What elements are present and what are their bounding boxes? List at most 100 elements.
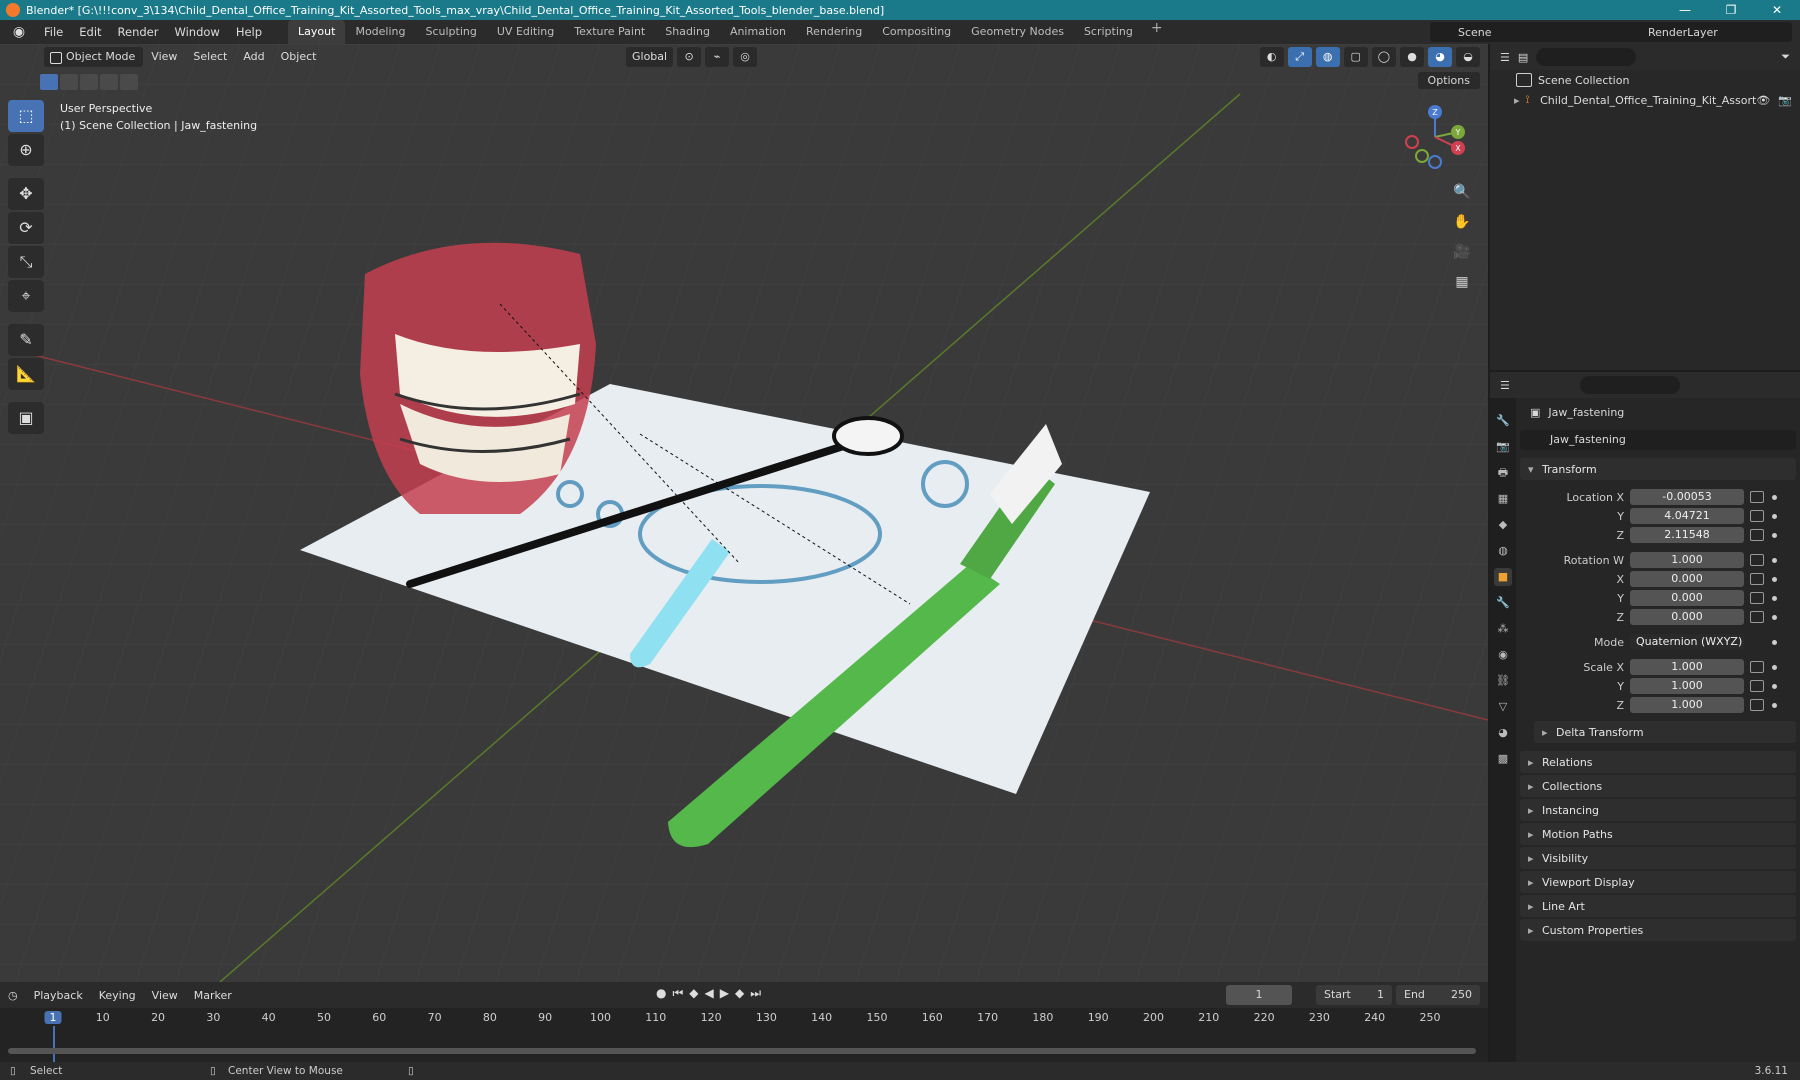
menu-file[interactable]: File [36,20,71,44]
location-z-field[interactable]: 2.11548 [1630,527,1744,543]
timeline-menu-playback[interactable]: Playback [26,989,91,1002]
rotation-z-field[interactable]: 0.000 [1630,609,1744,625]
object-tab-icon[interactable]: ■ [1494,568,1512,586]
solid-shading-icon[interactable]: ● [1400,47,1424,67]
properties-editor-type-icon[interactable]: ☰ [1500,379,1510,392]
close-button[interactable]: ✕ [1754,0,1800,20]
keyframe-dot-icon[interactable] [1772,614,1777,620]
gizmo-toggle-icon[interactable]: ⤢ [1287,47,1312,67]
panel-collections[interactable]: ▸ Collections [1520,775,1796,797]
record-icon[interactable]: ● [656,986,666,1001]
annotate-tool-icon[interactable]: ✎ [8,324,44,356]
keyframe-dot-icon[interactable] [1772,702,1777,708]
transform-panel-header[interactable]: ▾ Transform [1520,458,1796,480]
keyframe-dot-icon[interactable] [1772,639,1777,645]
data-tab-icon[interactable]: ▽ [1494,698,1512,716]
add-cube-tool-icon[interactable]: ▣ [8,402,44,434]
start-frame-field[interactable]: Start 1 [1316,985,1392,1005]
panel-relations[interactable]: ▸ Relations [1520,751,1796,773]
3d-viewport[interactable]: Object Mode View Select Add Object Globa… [0,44,1488,982]
xray-icon[interactable]: ▢ [1343,47,1368,67]
playhead[interactable] [53,1026,55,1066]
location-x-field[interactable]: -0.00053 [1630,489,1744,505]
keyframe-dot-icon[interactable] [1772,532,1777,538]
tool-tab-icon[interactable]: 🔧 [1494,412,1512,430]
keyframe-dot-icon[interactable] [1772,513,1777,519]
camera-render-icon[interactable]: 📷 [1778,94,1792,107]
tab-scripting[interactable]: Scripting [1074,20,1143,44]
keyframe-dot-icon[interactable] [1772,494,1777,500]
visibility-icon[interactable]: ◐ [1259,47,1284,67]
physics-tab-icon[interactable]: ◉ [1494,646,1512,664]
tab-geometry-nodes[interactable]: Geometry Nodes [961,20,1074,44]
proportional-edit-icon[interactable]: ◎ [733,47,758,67]
viewport-menu-object[interactable]: Object [273,47,325,67]
rotation-mode-dropdown[interactable]: Quaternion (WXYZ) [1630,634,1744,650]
tab-animation[interactable]: Animation [720,20,796,44]
wireframe-shading-icon[interactable]: ◯ [1371,47,1396,67]
select-box-tool-icon[interactable]: ⬚ [8,100,44,132]
scene-selector[interactable]: Scene [1430,22,1630,42]
select-extend-icon[interactable] [60,74,78,90]
overlay-toggle-icon[interactable]: ◍ [1315,47,1340,67]
keyframe-dot-icon[interactable] [1772,576,1777,582]
play-reverse-icon[interactable]: ◀ [705,986,714,1001]
rendered-shading-icon[interactable]: ◒ [1456,47,1480,67]
render-layer-selector[interactable]: RenderLayer [1612,22,1792,42]
keyframe-dot-icon[interactable] [1772,557,1777,563]
scene-tab-icon[interactable]: ◆ [1494,516,1512,534]
lock-icon[interactable] [1750,592,1764,604]
panel-instancing[interactable]: ▸ Instancing [1520,799,1796,821]
viewport-scene[interactable] [0,44,1488,982]
rotation-y-field[interactable]: 0.000 [1630,590,1744,606]
jump-start-icon[interactable]: ⏮ [672,986,683,1001]
timeline-menu-marker[interactable]: Marker [186,989,240,1002]
transform-tool-icon[interactable]: ⌖ [8,280,44,312]
select-intersect-icon[interactable] [120,74,138,90]
modifier-tab-icon[interactable]: 🔧 [1494,594,1512,612]
blender-menu-icon[interactable]: ◉ [8,21,30,43]
tab-modeling[interactable]: Modeling [345,20,415,44]
tab-uv-editing[interactable]: UV Editing [487,20,564,44]
object-mode-dropdown[interactable]: Object Mode [44,47,144,67]
delta-transform-panel-header[interactable]: ▸ Delta Transform [1534,721,1796,743]
play-icon[interactable]: ▶ [720,986,729,1001]
end-frame-field[interactable]: End 250 [1396,985,1480,1005]
outliner-editor-type-icon[interactable]: ☰ [1500,51,1510,64]
tab-rendering[interactable]: Rendering [796,20,872,44]
prev-keyframe-icon[interactable]: ◆ [689,986,698,1001]
transform-orientation-dropdown[interactable]: Global [626,47,674,67]
pan-hand-icon[interactable]: ✋ [1450,210,1474,234]
lock-icon[interactable] [1750,510,1764,522]
scale-tool-icon[interactable]: ⤡ [8,246,44,278]
viewport-menu-view[interactable]: View [143,47,185,67]
menu-render[interactable]: Render [110,20,167,44]
zoom-icon[interactable]: 🔍 [1450,180,1474,204]
object-name-field[interactable]: Jaw_fastening [1520,430,1796,450]
expand-arrow-icon[interactable]: ▸ [1514,94,1520,107]
options-dropdown[interactable]: Options [1417,72,1480,89]
filter-icon[interactable]: ⏷ [1781,50,1790,64]
timeline-ruler[interactable]: 1 10 20 30 40 50 60 70 80 90 100 110 120 130 140 150 160… [0,1008,1488,1028]
lock-icon[interactable] [1750,554,1764,566]
measure-tool-icon[interactable]: 📐 [8,358,44,390]
material-tab-icon[interactable]: ◕ [1494,724,1512,742]
panel-viewport-display[interactable]: ▸ Viewport Display [1520,871,1796,893]
lock-icon[interactable] [1750,680,1764,692]
lock-icon[interactable] [1750,573,1764,585]
scale-z-field[interactable]: 1.000 [1630,697,1744,713]
lock-icon[interactable] [1750,661,1764,673]
output-tab-icon[interactable]: 🖶 [1494,464,1512,482]
select-invert-icon[interactable] [100,74,118,90]
timeline-editor-type-icon[interactable]: ◷ [0,989,26,1002]
rotate-tool-icon[interactable]: ⟳ [8,212,44,244]
menu-help[interactable]: Help [228,20,270,44]
timeline-scrollbar[interactable] [8,1048,1476,1054]
lock-icon[interactable] [1750,611,1764,623]
particles-tab-icon[interactable]: ⁂ [1494,620,1512,638]
constraints-tab-icon[interactable]: ⛓ [1494,672,1512,690]
navigation-gizmo[interactable]: Z Y X [1400,102,1470,172]
properties-editor[interactable]: ☰ 🔧 📷 🖶 ▦ ◆ ◍ ■ 🔧 ⁂ ◉ ⛓ ▽ ◕ ▩ ▣ Jaw_fast… [1490,372,1800,1062]
panel-line-art[interactable]: ▸ Line Art [1520,895,1796,917]
rotation-x-field[interactable]: 0.000 [1630,571,1744,587]
